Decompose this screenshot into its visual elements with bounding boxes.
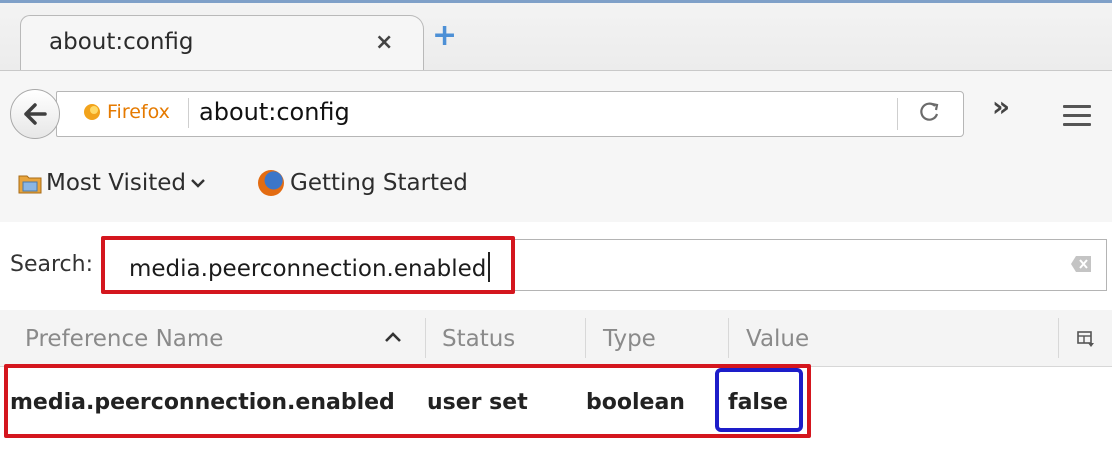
clear-search-icon[interactable] <box>1070 255 1092 273</box>
new-tab-icon[interactable]: + <box>432 21 457 51</box>
column-separator <box>1058 318 1059 358</box>
identity-box[interactable]: Firefox <box>83 101 170 123</box>
tab-title: about:config <box>49 29 194 55</box>
column-header-type[interactable]: Type <box>603 326 656 352</box>
bookmark-getting-started[interactable]: Getting Started <box>258 170 468 196</box>
bookmark-label: Most Visited <box>46 170 186 196</box>
nav-bar: Firefox about:config <box>0 70 1112 150</box>
back-arrow-icon <box>24 103 47 125</box>
hamburger-menu-icon[interactable] <box>1063 105 1091 127</box>
column-header-name[interactable]: Preference Name <box>25 326 223 352</box>
close-tab-icon[interactable]: × <box>375 30 393 55</box>
column-separator <box>585 318 586 358</box>
identity-label: Firefox <box>107 101 170 123</box>
bookmark-label: Getting Started <box>290 170 468 196</box>
column-separator <box>425 318 426 358</box>
folder-icon <box>18 175 42 194</box>
search-label: Search: <box>10 252 93 277</box>
table-header: Preference Name Status Type Value <box>0 310 1112 367</box>
url-text[interactable]: about:config <box>199 98 350 126</box>
firefox-logo-icon <box>258 170 284 196</box>
tab-about-config[interactable]: about:config × <box>20 15 424 73</box>
back-button[interactable] <box>10 89 60 139</box>
column-header-value[interactable]: Value <box>746 326 809 352</box>
column-header-status[interactable]: Status <box>442 326 515 352</box>
row-highlight-box <box>4 364 811 438</box>
column-picker-icon[interactable] <box>1077 330 1095 348</box>
identity-separator <box>188 98 189 128</box>
overflow-chevron-icon[interactable]: » <box>992 90 1010 123</box>
firefox-identity-icon <box>84 104 100 120</box>
bookmark-most-visited[interactable]: Most Visited <box>18 170 206 196</box>
tab-strip: about:config × + <box>0 0 1112 73</box>
url-bar[interactable]: Firefox about:config <box>56 91 964 137</box>
reload-icon[interactable] <box>919 100 941 130</box>
value-highlight-box <box>715 368 803 432</box>
bookmarks-toolbar: Most Visited Getting Started <box>0 150 1112 222</box>
sort-ascending-icon[interactable] <box>384 330 402 344</box>
chevron-down-icon <box>191 179 205 188</box>
column-separator <box>728 318 729 358</box>
search-highlight-box <box>101 236 515 294</box>
url-separator <box>897 98 898 130</box>
